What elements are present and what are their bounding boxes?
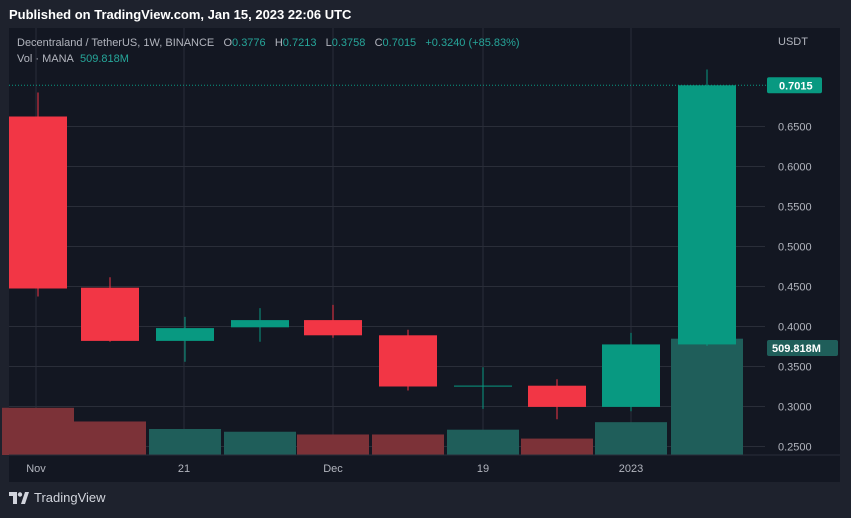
open-label: O (223, 37, 233, 49)
tradingview-logo-icon (9, 491, 29, 504)
volume-bar (149, 429, 221, 455)
y-tick-label: 0.5500 (778, 202, 812, 214)
high-label: H (274, 37, 283, 49)
symbol-name[interactable]: Decentraland / TetherUS, 1W, BINANCE (17, 37, 214, 49)
volume-bar (74, 421, 146, 455)
x-tick-label: Nov (26, 463, 46, 475)
y-tick-label: 0.2500 (778, 442, 812, 454)
candle-body[interactable] (602, 344, 660, 407)
x-tick-label: 2023 (619, 463, 643, 475)
volume-value: 509.818M (79, 53, 129, 65)
close-label: C (374, 37, 383, 49)
y-tick-label: 0.3500 (778, 362, 812, 374)
x-tick-label: 19 (477, 463, 489, 475)
candle-body[interactable] (231, 320, 289, 328)
low-value: 0.3758 (331, 37, 366, 49)
candle-body[interactable] (528, 385, 586, 407)
candle-body[interactable] (81, 287, 139, 341)
candle-body[interactable] (454, 385, 512, 387)
open-value: 0.3776 (232, 37, 266, 49)
close-value: 0.7015 (382, 37, 417, 49)
volume-bar (595, 422, 667, 455)
x-tick-label: 21 (178, 463, 190, 475)
high-value: 0.7213 (282, 37, 317, 49)
volume-bar (372, 434, 444, 455)
y-tick-label: 0.4500 (778, 282, 812, 294)
volume-bar (224, 431, 296, 455)
y-tick-label: 0.3000 (778, 402, 812, 414)
candle-body[interactable] (304, 320, 362, 336)
volume-legend: Vol · MANA 509.818M (17, 51, 520, 67)
y-tick-label: 0.6500 (778, 122, 812, 134)
last-price-label: 0.7015 (779, 80, 813, 92)
volume-bar (2, 407, 74, 455)
footer-brand: TradingView (34, 490, 106, 505)
last-volume-label: 509.818M (772, 343, 821, 355)
candle-body[interactable] (379, 335, 437, 387)
change-value: +0.3240 (+85.83%) (425, 37, 520, 49)
candle-body[interactable] (9, 116, 67, 289)
currency-label: USDT (778, 36, 808, 48)
chart-legend: Decentraland / TetherUS, 1W, BINANCE O0.… (17, 35, 520, 67)
candle-body[interactable] (156, 328, 214, 341)
y-tick-label: 0.6000 (778, 162, 812, 174)
y-tick-label: 0.5000 (778, 242, 812, 254)
candle-body[interactable] (678, 85, 736, 345)
volume-bar (521, 438, 593, 455)
candlestick-chart[interactable]: 0.2500 0.3000 0.3500 0.4000 0.4500 0.5000 0.55… (0, 0, 851, 518)
footer: TradingView (9, 490, 106, 505)
price-scale[interactable] (766, 28, 840, 482)
volume-label[interactable]: Vol · MANA (17, 53, 74, 65)
y-tick-label: 0.4000 (778, 322, 812, 334)
x-tick-label: Dec (323, 463, 343, 475)
volume-bar (297, 434, 369, 455)
volume-bar (447, 429, 519, 455)
ohlc-legend: Decentraland / TetherUS, 1W, BINANCE O0.… (17, 35, 520, 51)
volume-bar (671, 338, 743, 455)
